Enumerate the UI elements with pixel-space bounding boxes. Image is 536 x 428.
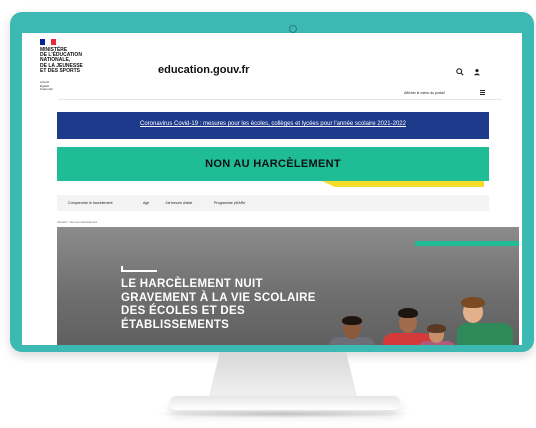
monitor-frame: MINISTÈRE DE L'ÉDUCATION NATIONALE, DE L… <box>10 12 534 352</box>
hero-frame-top <box>121 266 157 272</box>
user-icon[interactable] <box>473 68 481 76</box>
hero-photo-students <box>317 297 517 345</box>
browser-screen: MINISTÈRE DE L'ÉDUCATION NATIONALE, DE L… <box>22 33 522 345</box>
webcam-icon <box>289 25 297 33</box>
marianne-flag-icon <box>40 39 56 45</box>
nav-item-besoin-aide[interactable]: J'ai besoin d'aide <box>165 201 192 205</box>
ministry-logo[interactable]: MINISTÈRE DE L'ÉDUCATION NATIONALE, DE L… <box>40 47 100 74</box>
portal-menu-link[interactable]: Afficher le menu du portail <box>404 91 445 95</box>
hero-headline: LE HARCÈLEMENT NUIT GRAVEMENT À LA VIE S… <box>121 278 316 331</box>
campaign-banner: NON AU HARCÈLEMENT <box>57 147 489 181</box>
covid-banner[interactable]: Coronavirus Covid-19 : mesures pour les … <box>57 112 489 139</box>
covid-banner-link[interactable]: Coronavirus Covid-19 : mesures pour les … <box>57 121 489 127</box>
site-header: MINISTÈRE DE L'ÉDUCATION NATIONALE, DE L… <box>22 33 522 95</box>
breadcrumb[interactable]: Accueil > Non au harcèlement <box>57 220 97 224</box>
campaign-title: NON AU HARCÈLEMENT <box>205 158 341 170</box>
nav-item-programme-phare[interactable]: Programme pHARe <box>214 201 245 205</box>
search-icon[interactable] <box>456 68 464 76</box>
campaign-nav: Comprendre le harcèlement Agir J'ai beso… <box>57 195 489 211</box>
hero-banner: LE HARCÈLEMENT NUIT GRAVEMENT À LA VIE S… <box>57 227 519 345</box>
campaign-accent-stripe <box>322 181 484 187</box>
nav-item-comprendre[interactable]: Comprendre le harcèlement <box>68 201 113 205</box>
hamburger-icon[interactable] <box>480 90 485 96</box>
monitor-shadow <box>148 410 418 418</box>
monitor-stand <box>208 352 358 400</box>
header-divider <box>58 99 502 100</box>
nav-item-agir[interactable]: Agir <box>143 201 149 205</box>
hero-accent-bar <box>415 241 519 246</box>
republic-motto: Liberté Égalité Fraternité <box>40 80 53 91</box>
site-title[interactable]: education.gouv.fr <box>158 64 249 76</box>
monitor-base <box>170 396 400 410</box>
